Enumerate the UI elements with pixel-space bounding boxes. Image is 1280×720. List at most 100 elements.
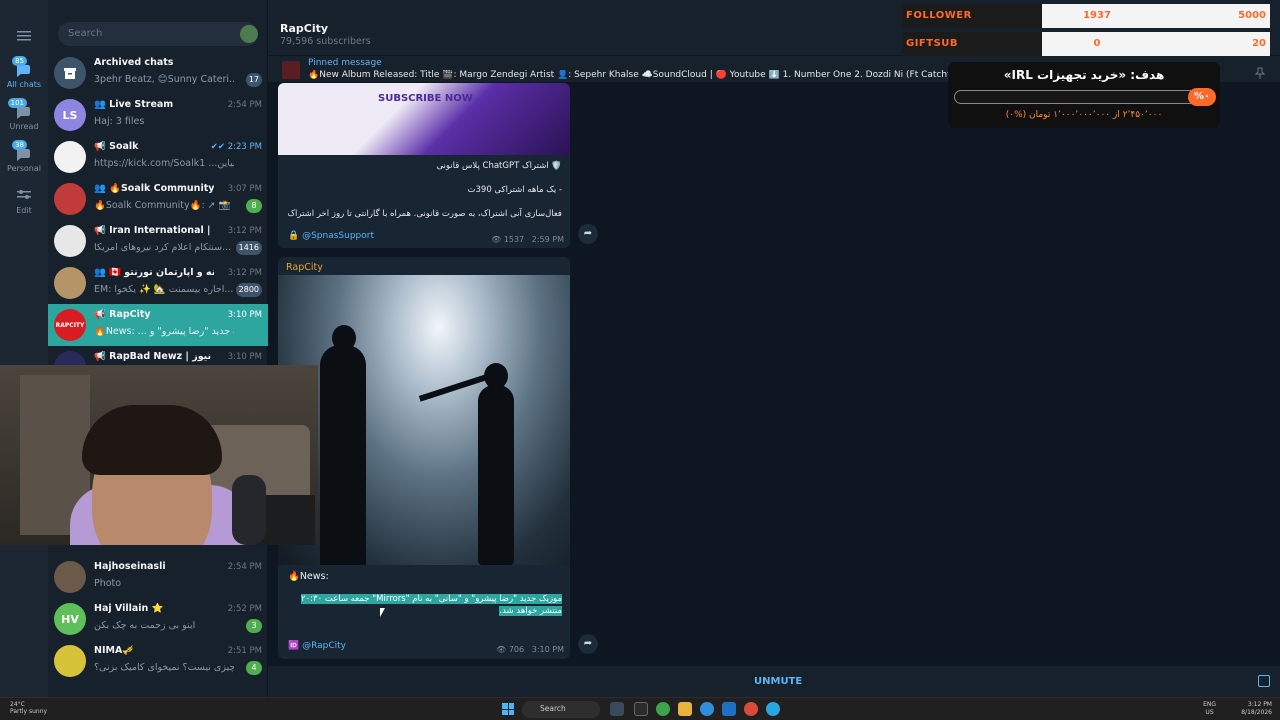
chat-item-rapcity[interactable]: RAPCITY 📢 RapCity 3:10 PM 🔥News: ... موز… bbox=[48, 304, 268, 346]
message-author: RapCity bbox=[286, 262, 323, 273]
chat-name: Hajhoseinasli bbox=[94, 561, 166, 572]
message-time: 3:10 PM bbox=[531, 645, 564, 654]
chat-preview: 🔥News: ... موزیک جدید "رضا پیشرو" و bbox=[94, 326, 234, 337]
chat-time: 2:51 PM bbox=[227, 646, 262, 656]
donation-amount: ۲٬۴۵۰٬۰۰۰ از ۱٬۰۰۰٬۰۰۰٬۰۰۰ تومان (%۰) bbox=[1005, 110, 1163, 120]
file-icon[interactable] bbox=[634, 702, 648, 716]
chrome-icon[interactable] bbox=[744, 702, 758, 716]
app-icon[interactable] bbox=[656, 702, 670, 716]
donation-title: هدف: «خرید تجهیزات IRL» bbox=[1003, 68, 1165, 82]
telegram-icon[interactable] bbox=[766, 702, 780, 716]
forward-button[interactable]: ➦ bbox=[578, 634, 598, 654]
gift-icon[interactable] bbox=[1258, 675, 1270, 687]
chat-name: 📢 RapBad Newz | رپ بد نیوز bbox=[94, 351, 214, 362]
chat-item-archived[interactable]: Archived chats 3pehr Beatz, 😊Sunny Cater… bbox=[48, 52, 268, 94]
chat-item-nima[interactable]: NIMA🎺 2:51 PM کمکی چیزی نیست؟ نمیخوای کا… bbox=[48, 640, 268, 682]
forward-button[interactable]: ➦ bbox=[578, 224, 598, 244]
chat-name: 👥 🔥Soalk Community🔥 bbox=[94, 183, 214, 194]
chat-item-toronto-housing[interactable]: 👥 🇨🇦 خانه و آپارتمان تورنتو 🇨🇦 3:12 PM E… bbox=[48, 262, 268, 304]
chat-item-hajhoseinasli[interactable]: Hajhoseinasli 2:54 PM Photo bbox=[48, 556, 268, 598]
bottom-bar: UNMUTE bbox=[268, 665, 1280, 697]
chat-name: Haj Villain ⭐ bbox=[94, 603, 164, 614]
news-label: 🔥News: bbox=[288, 571, 329, 582]
folder-label: Edit bbox=[16, 206, 32, 215]
chat-item-iran-international[interactable]: 📢 Iran International | ایران 3:12 PM سنت… bbox=[48, 220, 268, 262]
hamburger-icon bbox=[15, 28, 33, 44]
folder-personal[interactable]: 38 Personal bbox=[0, 140, 48, 173]
message-line: - یک ماهه اشتراکی 390ت bbox=[467, 185, 562, 195]
chat-item-soalk-community[interactable]: 👥 🔥Soalk Community🔥 3:07 PM 🔥Soalk Commu… bbox=[48, 178, 268, 220]
microphone bbox=[232, 475, 266, 545]
archive-icon bbox=[54, 57, 86, 89]
woman-silhouette bbox=[478, 385, 514, 565]
folder-edit[interactable]: Edit bbox=[0, 188, 48, 215]
woman-head bbox=[484, 363, 508, 389]
chat-item-haj-villain[interactable]: HV Haj Villain ⭐ 2:52 PM اینو بی زحمت به… bbox=[48, 598, 268, 640]
pinned-thumbnail bbox=[282, 61, 300, 79]
weather-widget[interactable]: 24°C Partly sunny bbox=[10, 701, 47, 715]
language-indicator[interactable]: ENG US bbox=[1203, 701, 1216, 717]
chat-time: ✔✔ 2:23 PM bbox=[210, 142, 262, 152]
goal-label: FOLLOWER bbox=[902, 4, 1042, 28]
windows-start-icon[interactable] bbox=[502, 703, 514, 715]
unread-badge: 1416 bbox=[235, 241, 262, 255]
folder-badge: 85 bbox=[12, 56, 27, 66]
goal-target: 5000 bbox=[1238, 10, 1266, 21]
channel-tag[interactable]: 🆔 @RapCity bbox=[288, 641, 346, 651]
subscriber-count: 79,596 subscribers bbox=[280, 36, 371, 47]
chat-item-live-stream[interactable]: LS 👥 Live Stream 2:54 PM Haj: 3 files bbox=[48, 94, 268, 136]
message-bubble[interactable]: RapCity 🔥News: موزیک جدید "رضا پیشرو" و … bbox=[278, 257, 570, 659]
task-view-icon[interactable] bbox=[610, 702, 624, 716]
avatar bbox=[54, 225, 86, 257]
goal-row-giftsub: GIFTSUB 0 20 bbox=[902, 32, 1270, 56]
windows-taskbar: 24°C Partly sunny Search ENG US 3:12 PM … bbox=[0, 697, 1280, 720]
chat-preview: https://kick.com/Soalk1 ...بیاین bbox=[94, 158, 234, 169]
clock-time: 3:12 PM bbox=[1247, 701, 1272, 708]
share-icon: ➦ bbox=[583, 228, 593, 239]
account-avatar[interactable] bbox=[240, 25, 258, 43]
message-image[interactable] bbox=[278, 275, 570, 565]
chat-preview: Haj: 3 files bbox=[94, 116, 145, 127]
folder-all-chats[interactable]: 85 All chats bbox=[0, 56, 48, 89]
folder-badge: 38 bbox=[12, 140, 27, 150]
taskbar-search[interactable]: Search bbox=[522, 701, 600, 718]
edge-icon[interactable] bbox=[700, 702, 714, 716]
avatar bbox=[54, 141, 86, 173]
message-meta: 👁 1537 2:59 PM bbox=[491, 235, 564, 244]
message-area: SUBSCRIBE NOW 🛡️ اشتراک ChatGPT پلاس قان… bbox=[268, 83, 1280, 665]
mouse-cursor bbox=[380, 608, 385, 617]
folder-icon[interactable] bbox=[678, 702, 692, 716]
store-icon[interactable] bbox=[722, 702, 736, 716]
chats-icon: 85 bbox=[12, 56, 33, 78]
goal-target: 20 bbox=[1252, 38, 1266, 49]
message-bubble[interactable]: SUBSCRIBE NOW 🛡️ اشتراک ChatGPT پلاس قان… bbox=[278, 83, 570, 248]
chat-time: 3:10 PM bbox=[227, 310, 262, 320]
chat-name: Archived chats bbox=[94, 57, 174, 68]
support-link[interactable]: 🔒 @SpnasSupport bbox=[288, 231, 374, 241]
search-input[interactable]: Search bbox=[58, 22, 258, 46]
message-line: فعال‌سازی آنی اشتراک، به صورت قانونی. هم… bbox=[287, 209, 562, 219]
chat-time: 3:07 PM bbox=[227, 184, 262, 194]
goal-label: GIFTSUB bbox=[902, 32, 1042, 56]
chat-item-rapbad-newz[interactable]: 📢 RapBad Newz | رپ بد نیوز 3:10 PM bbox=[48, 346, 268, 365]
unread-badge: 8 bbox=[246, 199, 262, 213]
goal-current: 0 bbox=[1093, 38, 1101, 49]
chat-name: 👥 Live Stream bbox=[94, 99, 174, 110]
unread-badge: 3 bbox=[246, 619, 262, 633]
unmute-button[interactable]: UNMUTE bbox=[754, 676, 802, 687]
pin-icon[interactable] bbox=[1254, 64, 1266, 83]
chat-item-soalk[interactable]: 📢 Soalk ✔✔ 2:23 PM https://kick.com/Soal… bbox=[48, 136, 268, 178]
unread-badge: 2800 bbox=[235, 283, 262, 297]
message-line: 🛡️ اشتراک ChatGPT پلاس قانونی bbox=[436, 161, 562, 171]
message-time: 2:59 PM bbox=[531, 235, 564, 244]
folder-unread[interactable]: 101 Unread bbox=[0, 98, 48, 131]
folder-badge: 101 bbox=[7, 98, 27, 108]
system-clock[interactable]: 3:12 PM 8/18/2026 bbox=[1241, 701, 1272, 717]
chat-preview: Photo bbox=[94, 578, 122, 589]
chat-preview: EM: اجاره بیسمنت 🏡 ✨ یکخوا... bbox=[94, 284, 234, 295]
weather-desc: Partly sunny bbox=[10, 708, 48, 715]
menu-button[interactable] bbox=[0, 28, 48, 46]
chat-name: 📢 Soalk bbox=[94, 141, 139, 152]
message-image[interactable]: SUBSCRIBE NOW bbox=[278, 83, 570, 155]
chat-list: Search Archived chats 3pehr Beatz, 😊Sunn… bbox=[48, 0, 268, 697]
